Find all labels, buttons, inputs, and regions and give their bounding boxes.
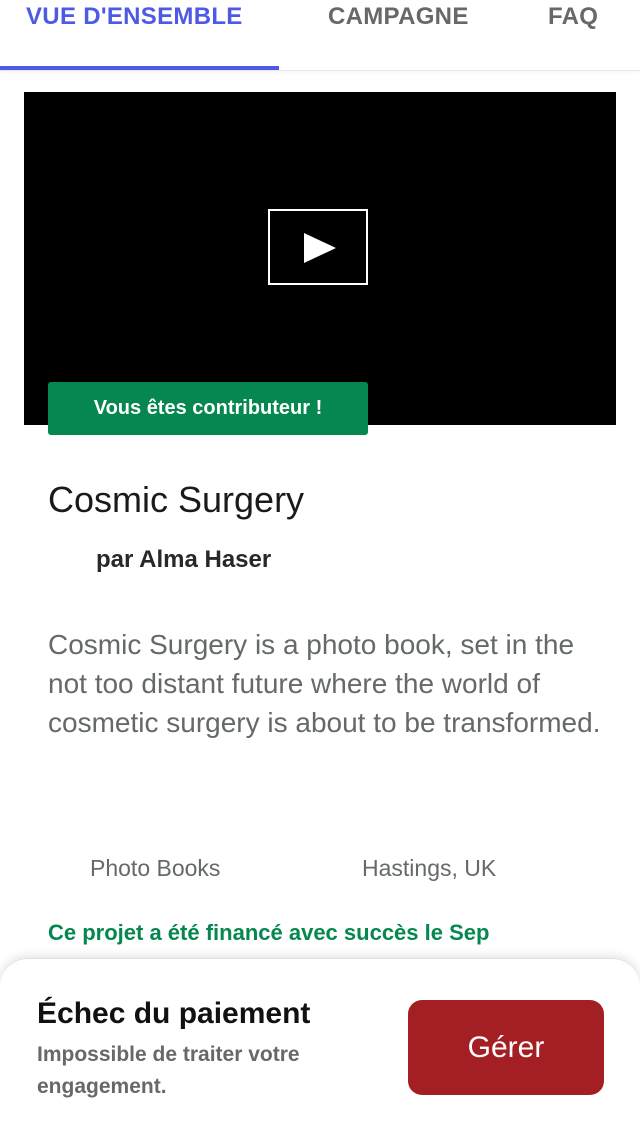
backer-badge: Vous êtes contributeur ! [48,382,368,435]
creator-name[interactable]: par Alma Haser [96,545,271,575]
payment-failed-title: Échec du paiement [37,997,311,1030]
tab-faq[interactable]: FAQ [548,0,598,34]
project-video[interactable] [24,92,616,425]
tab-campaign[interactable]: CAMPAGNE [328,0,469,34]
project-blurb: Cosmic Surgery is a photo book, set in t… [48,629,601,738]
project-page: VUE D'ENSEMBLE CAMPAGNE FAQ Vous êtes co… [0,0,640,1136]
project-tab-bar: VUE D'ENSEMBLE CAMPAGNE FAQ [0,0,640,71]
payment-failed-message: Impossible de traiter votre engagement. [37,1043,300,1098]
tab-overview[interactable]: VUE D'ENSEMBLE [26,0,243,34]
location-link[interactable]: Hastings, UK [362,853,496,883]
manage-button[interactable]: Gérer [408,1000,604,1095]
play-button[interactable] [268,209,368,285]
play-icon [304,233,336,263]
project-title: Cosmic Surgery [48,479,305,520]
funded-status: Ce projet a été financé avec succès le S… [48,920,490,945]
active-tab-indicator [0,66,279,70]
category-link[interactable]: Photo Books [90,853,220,883]
payment-failed-sheet: Échec du paiement Impossible de traiter … [0,958,640,1136]
